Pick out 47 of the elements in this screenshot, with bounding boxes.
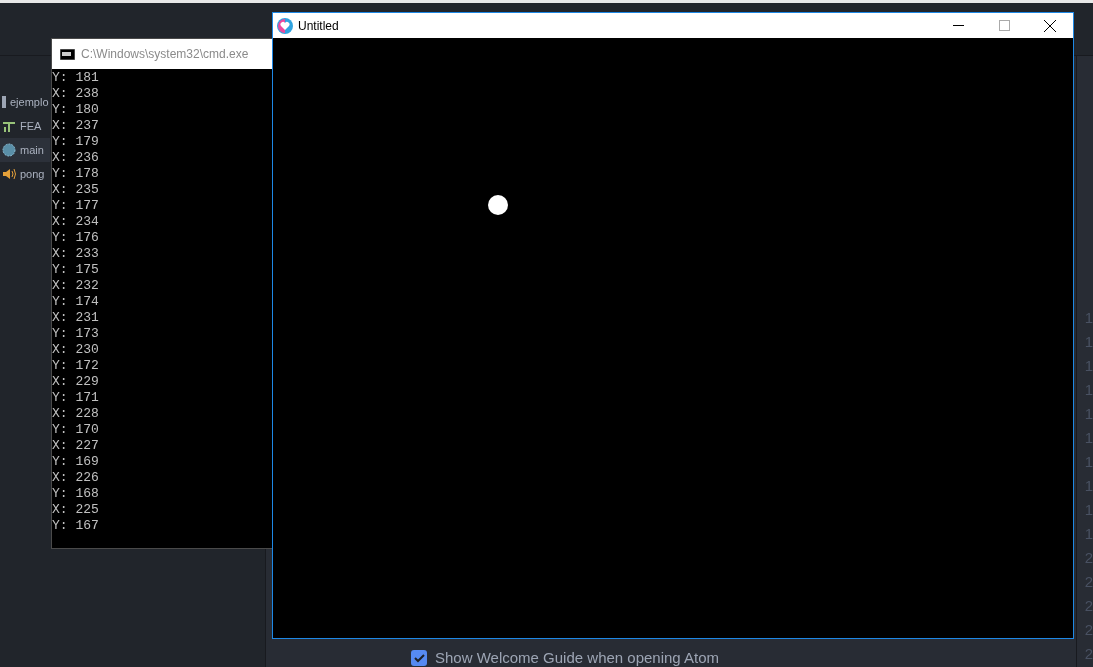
console-line: Y: 168	[52, 486, 100, 502]
console-line: X: 234	[52, 214, 100, 230]
tree-item[interactable]: FEA	[0, 114, 50, 138]
console-line: Y: 175	[52, 262, 100, 278]
console-line: Y: 178	[52, 166, 100, 182]
console-line: Y: 179	[52, 134, 100, 150]
console-line: X: 229	[52, 374, 100, 390]
console-line: Y: 177	[52, 198, 100, 214]
tree-item[interactable]: pong	[0, 162, 50, 186]
font-icon	[2, 119, 16, 133]
console-line: Y: 172	[52, 358, 100, 374]
console-line: Y: 176	[52, 230, 100, 246]
console-line: X: 238	[52, 86, 100, 102]
window-title: C:\Windows\system32\cmd.exe	[81, 46, 249, 63]
console-line: Y: 174	[52, 294, 100, 310]
console-line: X: 231	[52, 310, 100, 326]
console-line: Y: 171	[52, 390, 100, 406]
minimize-icon	[952, 25, 964, 26]
speaker-icon	[2, 167, 16, 181]
circle-icon	[2, 143, 16, 157]
close-icon	[1044, 19, 1056, 32]
console-line: Y: 167	[52, 518, 100, 534]
check-icon	[413, 653, 425, 663]
console-line: Y: 173	[52, 326, 100, 342]
console-line: Y: 180	[52, 102, 100, 118]
console-line: X: 232	[52, 278, 100, 294]
console-line: X: 225	[52, 502, 100, 518]
tree-item[interactable]: main	[0, 138, 50, 162]
console-line: Y: 169	[52, 454, 100, 470]
console-icon	[60, 48, 75, 60]
console-line: X: 235	[52, 182, 100, 198]
ball-icon	[488, 195, 508, 215]
console-line: X: 227	[52, 438, 100, 454]
maximize-icon	[998, 20, 1010, 31]
folder-icon	[2, 96, 6, 108]
tree-item[interactable]: ejemplo	[0, 90, 50, 114]
console-line: X: 237	[52, 118, 100, 134]
console-line: X: 236	[52, 150, 100, 166]
checkbox[interactable]	[411, 650, 427, 667]
console-line: Y: 181	[52, 70, 100, 86]
checkbox-label: Show Welcome Guide when opening Atom	[435, 648, 720, 667]
window-title: Untitled	[298, 17, 339, 35]
console-line: X: 233	[52, 246, 100, 262]
console-line: X: 226	[52, 470, 100, 486]
console-line: X: 228	[52, 406, 100, 422]
console-line: X: 230	[52, 342, 100, 358]
console-line: Y: 170	[52, 422, 100, 438]
